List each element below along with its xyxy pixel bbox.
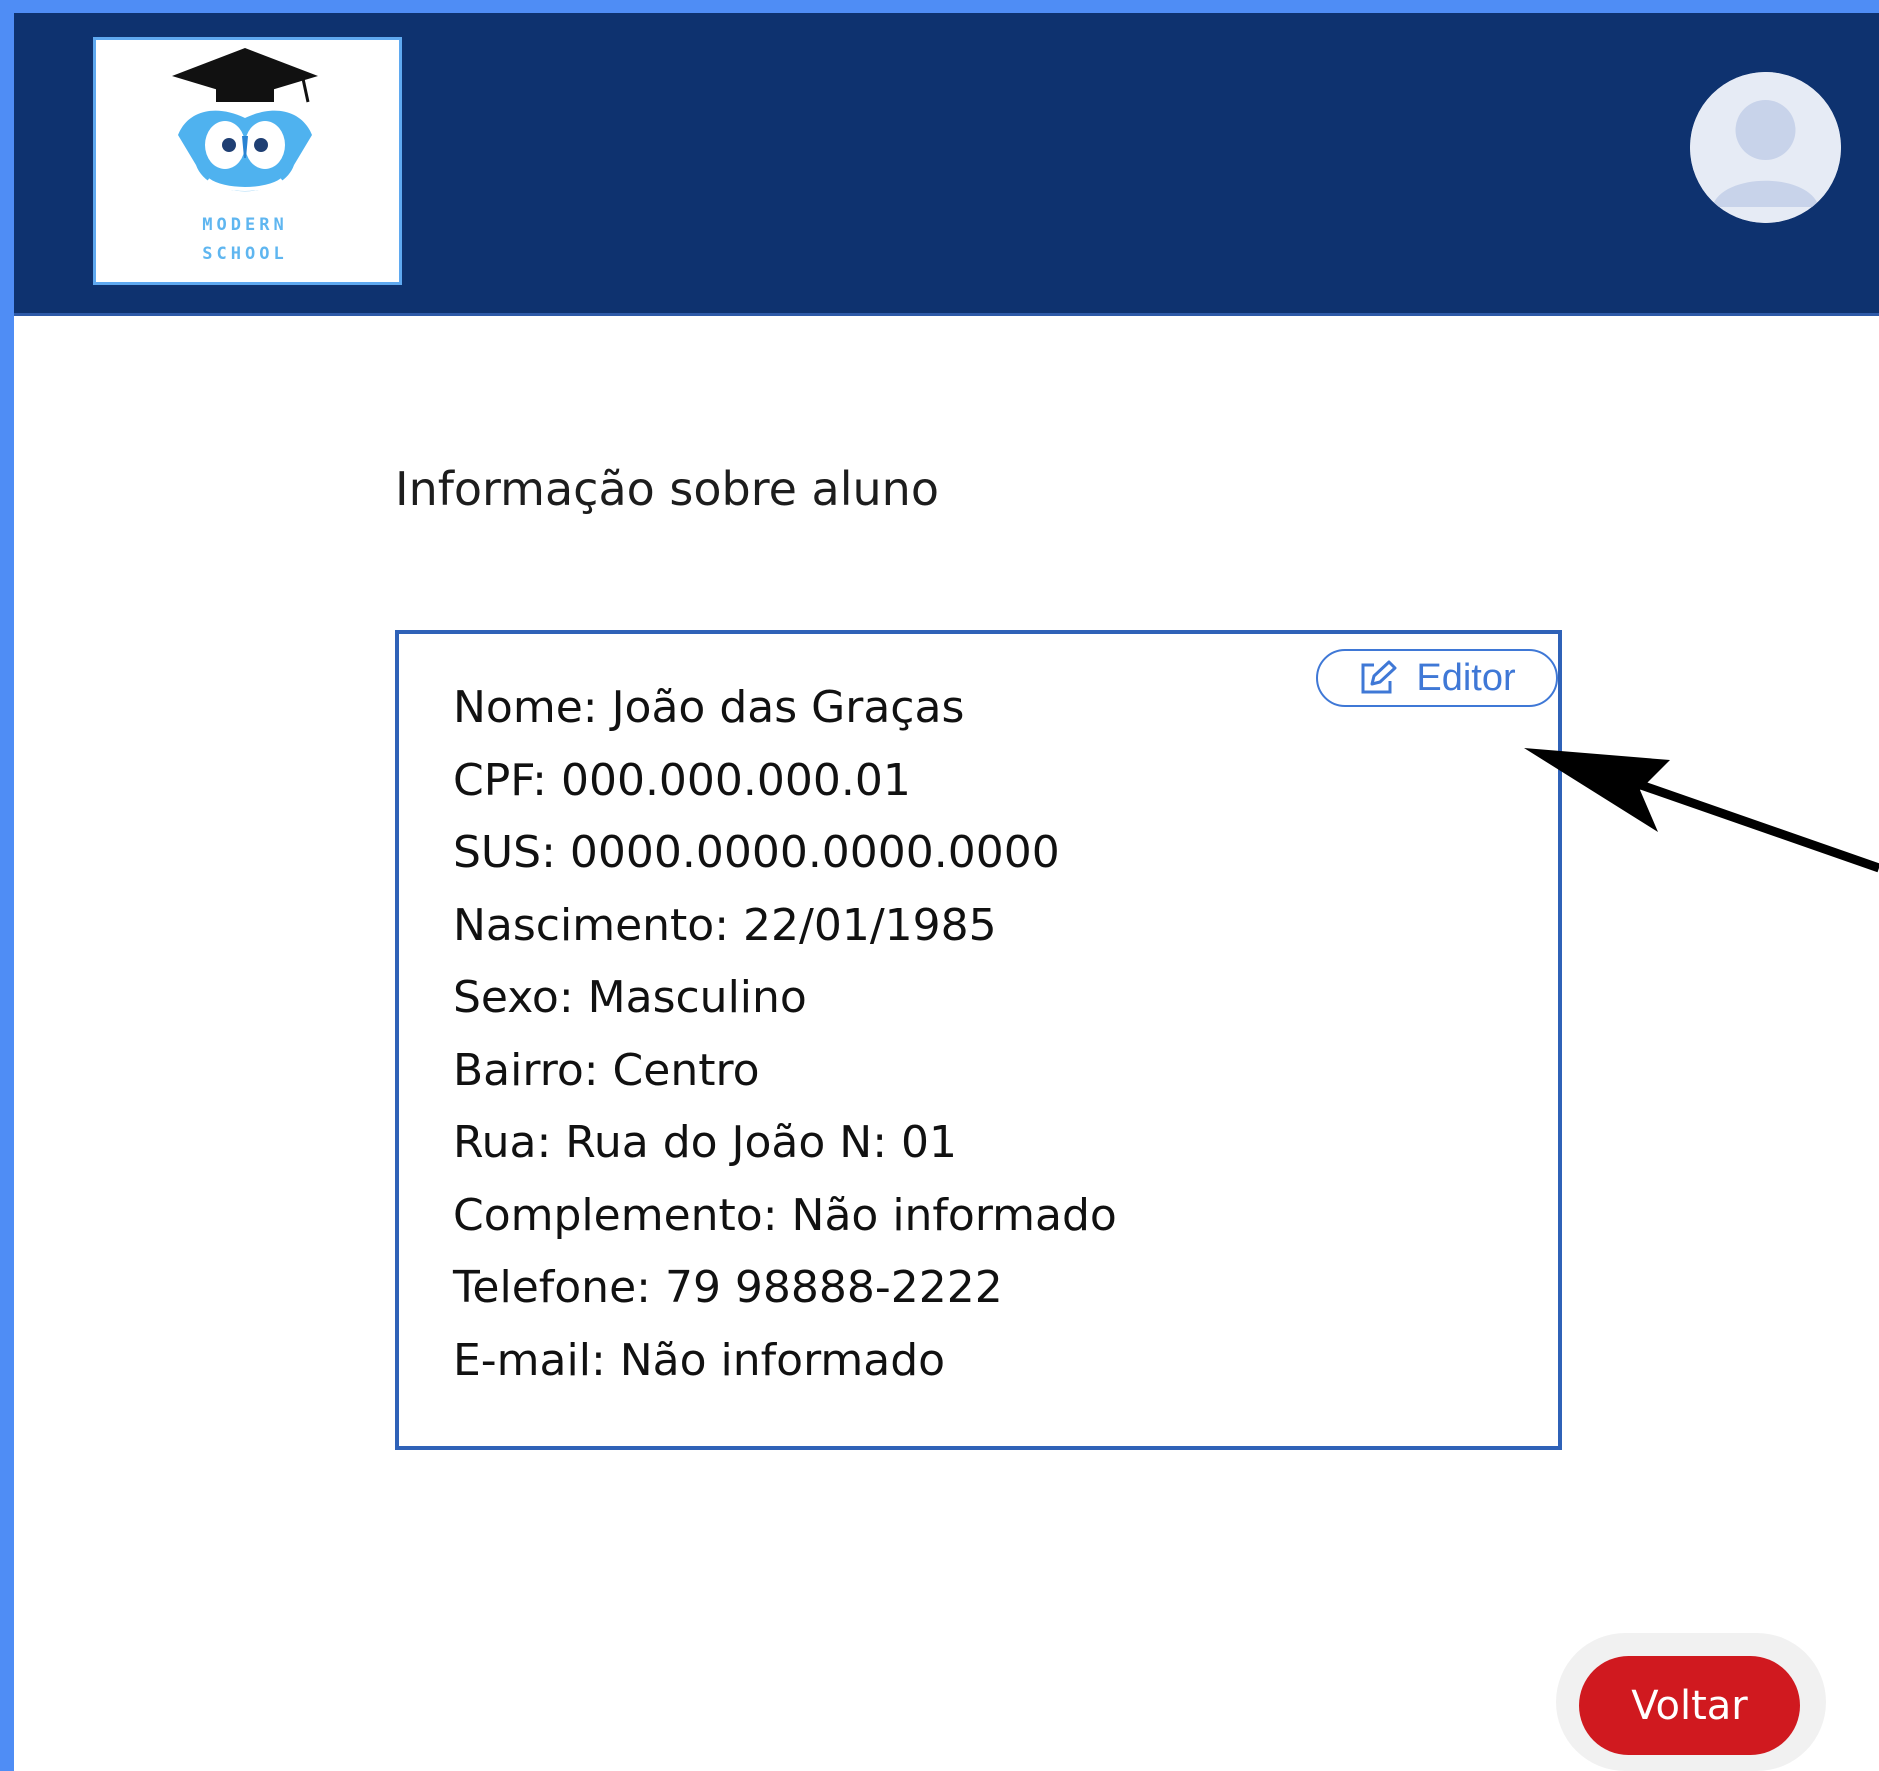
edit-button-label: Editor (1416, 656, 1516, 699)
edit-button[interactable]: Editor (1316, 649, 1558, 707)
window-frame-top (0, 0, 1879, 13)
field-complemento: Complemento: Não informado (453, 1189, 1117, 1241)
pencil-square-icon (1361, 660, 1397, 694)
user-avatar-icon (1690, 72, 1841, 223)
user-avatar[interactable] (1690, 72, 1841, 223)
field-sexo: Sexo: Masculino (453, 972, 807, 1023)
annotation-arrow-icon (1524, 748, 1879, 873)
field-cpf: CPF: 000.000.000.01 (453, 754, 911, 806)
owl-mascot-icon: MODERN SCHOOL (172, 48, 318, 264)
logo-text-line2: SCHOOL (202, 244, 287, 264)
field-sus: SUS: 0000.0000.0000.0000 (453, 827, 1060, 878)
page-title: Informação sobre aluno (395, 462, 939, 516)
field-nome: Nome: João das Graças (453, 682, 965, 733)
student-field-list: Nome: João das Graças CPF: 000.000.000.0… (453, 672, 1117, 1397)
student-info-card: Editor Nome: João das Graças CPF: 000.00… (395, 630, 1562, 1450)
school-logo[interactable]: MODERN SCHOOL (93, 37, 402, 285)
field-telefone: Telefone: 79 98888-2222 (453, 1262, 1003, 1313)
logo-text-line1: MODERN (202, 215, 287, 235)
back-button[interactable]: Voltar (1579, 1656, 1800, 1755)
field-rua: Rua: Rua do João N: 01 (453, 1117, 958, 1168)
field-bairro: Bairro: Centro (453, 1044, 760, 1096)
window-frame-left (0, 0, 14, 1771)
field-nascimento: Nascimento: 22/01/1985 (453, 899, 997, 951)
field-email: E-mail: Não informado (453, 1334, 946, 1386)
header-divider (14, 313, 1879, 316)
